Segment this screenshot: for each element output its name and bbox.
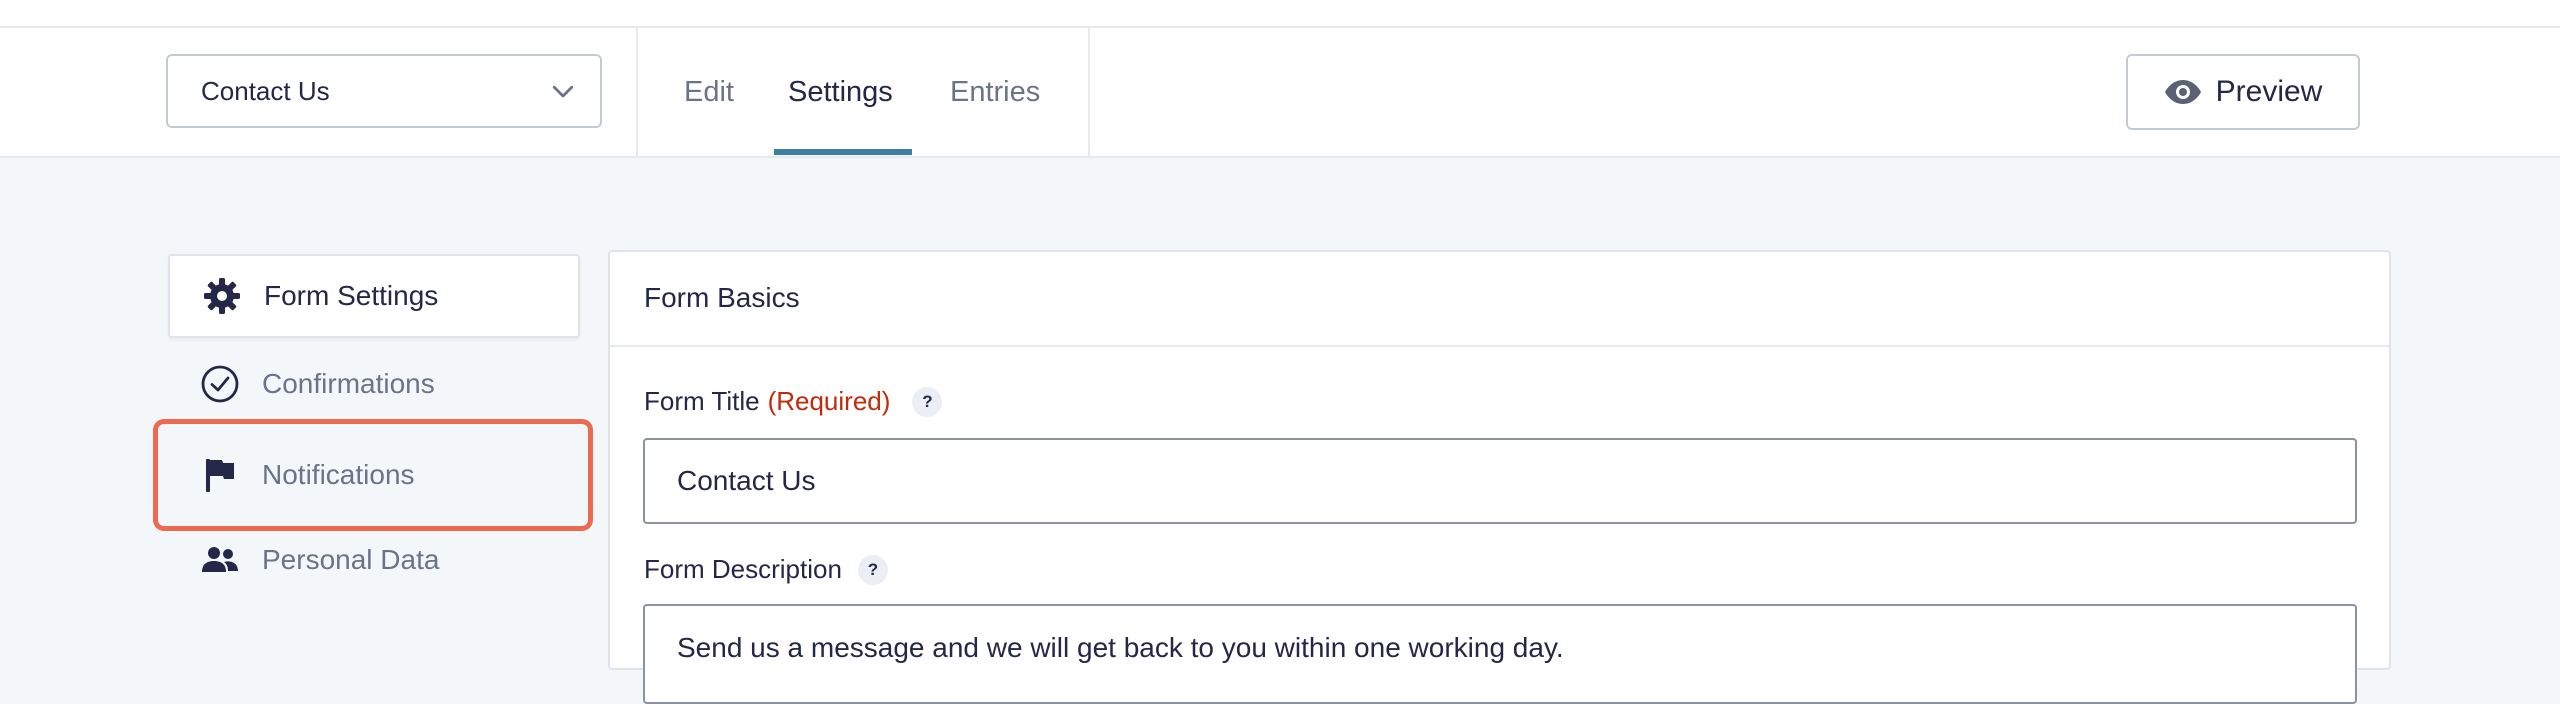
form-switcher-dropdown[interactable]: Contact Us: [166, 54, 602, 128]
tab-settings[interactable]: Settings: [788, 28, 893, 156]
form-basics-panel: Form Basics Form Title (Required) ? Form…: [608, 250, 2391, 704]
flag-icon: [198, 453, 242, 497]
preview-button-label: Preview: [2215, 75, 2323, 108]
panel-title: Form Basics: [644, 282, 800, 313]
users-icon: [198, 538, 242, 582]
sidebar-item-notifications[interactable]: Notifications: [153, 419, 593, 531]
sidebar-item-label: Personal Data: [262, 544, 440, 575]
panel-divider: [610, 345, 2389, 347]
form-switcher-value: Contact Us: [201, 75, 330, 106]
tab-entries-label: Entries: [950, 75, 1041, 108]
tab-edit-label: Edit: [684, 75, 734, 108]
active-tab-indicator: [774, 149, 912, 155]
sidebar-item-label: Confirmations: [262, 368, 435, 399]
sidebar-item-label: Form Settings: [264, 280, 439, 311]
form-title-label-text: Form Title: [644, 386, 760, 416]
form-title-input[interactable]: [643, 438, 2357, 524]
help-icon[interactable]: ?: [857, 554, 888, 585]
sidebar-item-personal-data[interactable]: Personal Data: [168, 518, 580, 602]
form-description-value: Send us a message and we will get back t…: [677, 632, 1564, 663]
sidebar-item-form-settings[interactable]: Form Settings: [168, 254, 580, 338]
chevron-down-icon: [552, 85, 574, 98]
eye-icon: [2164, 80, 2201, 104]
form-header: Contact Us Edit Settings Entries Preview: [0, 28, 2560, 158]
sidebar-item-confirmations[interactable]: Confirmations: [168, 342, 580, 426]
check-circle-icon: [198, 362, 242, 406]
form-description-textarea[interactable]: Send us a message and we will get back t…: [643, 604, 2357, 704]
gear-icon: [200, 274, 244, 318]
header-divider: [1088, 28, 1090, 156]
preview-button[interactable]: Preview: [2126, 54, 2360, 130]
top-strip: [0, 0, 2560, 28]
tab-settings-label: Settings: [788, 75, 893, 108]
help-icon[interactable]: ?: [912, 386, 943, 417]
sidebar-item-label: Notifications: [262, 459, 415, 490]
header-divider: [636, 28, 638, 156]
tab-edit[interactable]: Edit: [684, 28, 734, 156]
tab-entries[interactable]: Entries: [950, 28, 1040, 156]
form-description-label: Form Description ?: [644, 554, 888, 585]
form-title-label: Form Title (Required) ?: [644, 386, 943, 417]
required-indicator: (Required): [767, 386, 891, 416]
form-description-label-text: Form Description: [644, 554, 842, 584]
